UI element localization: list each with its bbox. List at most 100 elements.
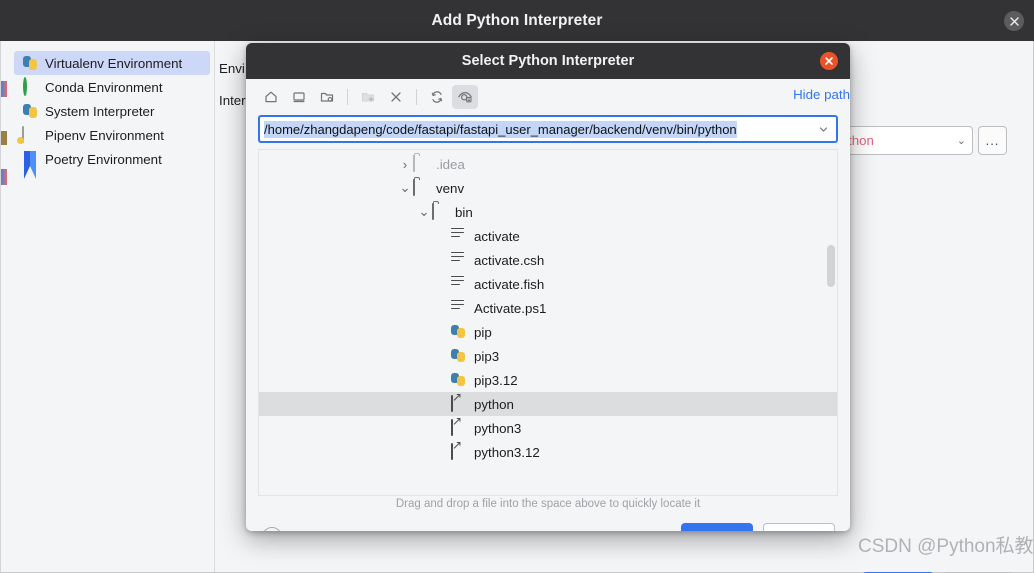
tree-row[interactable]: ⌄ venv <box>259 176 837 200</box>
tree-row[interactable]: ⌄ bin <box>259 200 837 224</box>
tree-row[interactable]: python3 <box>259 416 837 440</box>
home-icon[interactable] <box>258 85 284 109</box>
tree-row-label: pip <box>474 324 492 340</box>
sidebar-item-poetry-environment[interactable]: Poetry Environment <box>14 147 210 179</box>
tree-row-label: python <box>474 396 514 412</box>
text-file-icon <box>451 276 468 292</box>
chevron-down-icon <box>819 126 827 132</box>
environment-field-label: Envi <box>219 61 245 76</box>
show-hidden-files-icon[interactable] <box>452 85 478 109</box>
sidebar-item-label: Virtualenv Environment <box>45 55 183 71</box>
interpreter-path-value: python <box>834 133 874 148</box>
project-folder-icon[interactable] <box>314 85 340 109</box>
tree-row-label: bin <box>455 204 473 220</box>
tree-row-label: Activate.ps1 <box>474 300 547 316</box>
sidebar-item-system-interpreter[interactable]: System Interpreter <box>14 99 210 123</box>
sidebar-item-virtualenv-environment[interactable]: Virtualenv Environment <box>14 51 210 75</box>
symlink-icon <box>451 419 468 436</box>
folder-icon <box>413 155 430 172</box>
toolbar-separator <box>347 89 348 105</box>
inner-titlebar: Select Python Interpreter <box>246 43 850 79</box>
close-icon[interactable] <box>820 52 838 70</box>
tree-scrollbar-thumb[interactable] <box>827 245 835 287</box>
sidebar-item-label: Pipenv Environment <box>45 127 164 143</box>
python-file-icon <box>451 324 468 340</box>
tree-row[interactable]: activate.csh <box>259 248 837 272</box>
python-logo-icon <box>22 103 38 119</box>
page-title: Add Python Interpreter <box>431 11 603 29</box>
symlink-icon <box>451 395 468 412</box>
help-button[interactable]: ? <box>262 527 282 531</box>
tree-scrollbar[interactable] <box>826 151 836 495</box>
tree-row[interactable]: activate.fish <box>259 272 837 296</box>
tree-row-label: venv <box>436 180 465 196</box>
folder-python-icon <box>22 126 38 143</box>
folder-icon <box>432 203 449 220</box>
tree-row-label: activate <box>474 228 520 244</box>
folder-icon <box>413 179 430 196</box>
sidebar-item-label: Poetry Environment <box>45 151 162 167</box>
chevron-down-icon[interactable]: ⌄ <box>957 134 966 147</box>
dialog-title: Select Python Interpreter <box>461 53 635 69</box>
background-window-artifact <box>1 169 7 185</box>
sidebar-item-pipenv-environment[interactable]: Pipenv Environment <box>14 123 210 147</box>
expand-arrow-icon[interactable]: › <box>397 156 413 172</box>
collapse-arrow-icon[interactable]: ⌄ <box>416 204 432 220</box>
sidebar-item-conda-environment[interactable]: Conda Environment <box>14 75 210 99</box>
tree-row[interactable]: activate <box>259 224 837 248</box>
text-file-icon <box>451 252 468 268</box>
poetry-icon <box>22 151 38 179</box>
tree-row[interactable]: › .idea <box>259 152 837 176</box>
python-file-icon <box>451 348 468 364</box>
text-file-icon <box>451 300 468 316</box>
path-row: /home/zhangdapeng/code/fastapi/fastapi_u… <box>258 115 838 143</box>
tree-row[interactable]: pip <box>259 320 837 344</box>
path-history-dropdown[interactable] <box>810 115 838 143</box>
drag-drop-hint: Drag and drop a file into the space abov… <box>395 498 701 510</box>
delete-icon[interactable] <box>383 85 409 109</box>
hide-path-link[interactable]: Hide path <box>793 87 850 102</box>
sidebar-item-label: Conda Environment <box>45 79 163 95</box>
close-icon[interactable] <box>1004 11 1024 31</box>
collapse-arrow-icon[interactable]: ⌄ <box>397 180 413 196</box>
toolbar-separator <box>416 89 417 105</box>
tree-row-label: python3 <box>474 420 522 436</box>
environment-type-sidebar: Virtualenv Environment Conda Environment… <box>10 41 215 572</box>
path-input-value: /home/zhangdapeng/code/fastapi/fastapi_u… <box>264 120 737 138</box>
text-file-icon <box>451 228 468 244</box>
tree-row-label: activate.csh <box>474 252 545 268</box>
path-input[interactable]: /home/zhangdapeng/code/fastapi/fastapi_u… <box>258 115 810 143</box>
new-folder-icon[interactable] <box>355 85 381 109</box>
ok-button[interactable]: OK <box>681 523 753 531</box>
symlink-icon <box>451 443 468 460</box>
file-tree[interactable]: › .idea ⌄ venv ⌄ bin activate activate.csh activ… <box>258 149 838 496</box>
python-file-icon <box>451 372 468 388</box>
background-window-artifact <box>1 131 7 145</box>
tree-row-label: python3.12 <box>474 444 540 460</box>
background-window-artifact <box>1 81 7 97</box>
cancel-button[interactable]: Cancel <box>763 523 835 531</box>
tree-row[interactable]: pip3 <box>259 344 837 368</box>
refresh-icon[interactable] <box>424 85 450 109</box>
tree-row[interactable]: pip3.12 <box>259 368 837 392</box>
desktop-icon[interactable] <box>286 85 312 109</box>
browse-button[interactable]: ... <box>978 126 1007 155</box>
dialog-body: Hide path /home/zhangdapeng/code/fastapi… <box>246 79 850 531</box>
tree-row-label: activate.fish <box>474 276 545 292</box>
tree-row[interactable]: python <box>259 392 837 416</box>
conda-ring-icon <box>22 77 38 96</box>
tree-row[interactable]: Activate.ps1 <box>259 296 837 320</box>
tree-row-label: pip3 <box>474 348 500 364</box>
sidebar-item-label: System Interpreter <box>45 103 155 119</box>
tree-row[interactable]: python3.12 <box>259 440 837 464</box>
